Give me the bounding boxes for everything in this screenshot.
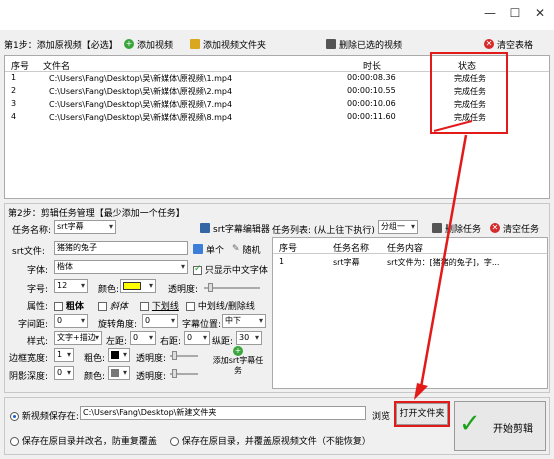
annotation-arrow — [414, 120, 473, 400]
